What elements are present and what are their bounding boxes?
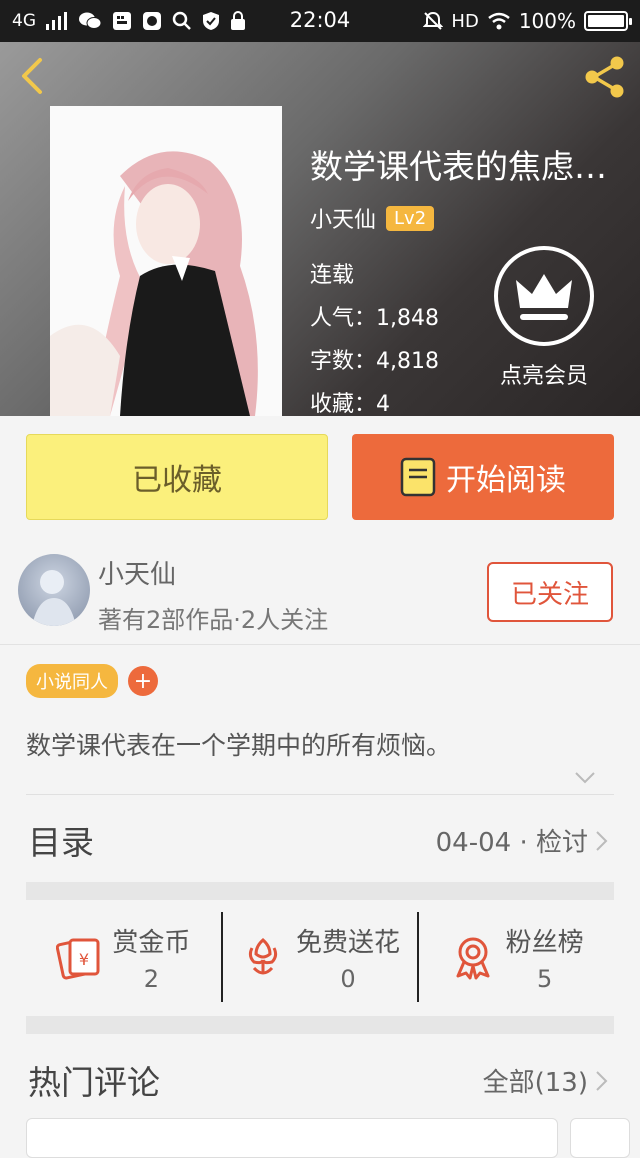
avatar[interactable] <box>18 554 90 626</box>
stat-flowers[interactable]: 免费送花 0 <box>220 912 418 1002</box>
book-popularity: 人气：1,848 <box>310 306 439 331</box>
book-status: 连载 <box>310 263 355 288</box>
favorited-button[interactable]: 已收藏 <box>26 434 328 520</box>
cover-illustration <box>50 106 282 416</box>
level-badge: Lv2 <box>386 205 435 231</box>
all-comments-label: 全部(13) <box>482 1068 588 1098</box>
stats-row: ¥ 赏金币 2 免费送花 0 粉丝榜 5 <box>26 912 614 1002</box>
toc-label: 目录 <box>28 823 94 862</box>
medal-icon <box>456 937 490 980</box>
back-icon[interactable] <box>14 56 54 96</box>
section-separator <box>26 882 614 900</box>
tag-item[interactable]: 小说同人 <box>26 664 118 698</box>
author-summary: 著有2部作品·2人关注 <box>98 606 329 634</box>
followed-button[interactable]: 已关注 <box>487 562 613 622</box>
start-reading-label: 开始阅读 <box>446 463 566 498</box>
hot-comments-header: 热门评论 全部(13) <box>0 1046 640 1116</box>
add-tag-button[interactable]: + <box>128 666 158 696</box>
action-bar: 已收藏 开始阅读 <box>0 416 640 540</box>
stat-fans[interactable]: 粉丝榜 5 <box>417 912 614 1002</box>
battery-icon <box>584 11 632 31</box>
chevron-right-icon <box>596 1070 608 1091</box>
book-header: 数学课代表的焦虑… 小天仙 Lv2 连载 人气：1,848 字数：4,818 收… <box>0 42 640 416</box>
author-name[interactable]: 小天仙 <box>98 554 176 591</box>
book-author[interactable]: 小天仙 <box>310 202 376 234</box>
avatar-image <box>32 570 76 626</box>
book-description: 数学课代表在一个学期中的所有烦恼。 <box>26 731 452 760</box>
stat-coins[interactable]: ¥ 赏金币 2 <box>26 912 221 1002</box>
tag-list: 小说同人 + <box>26 664 158 698</box>
stat-value: 5 <box>537 964 553 993</box>
crown-icon <box>516 274 572 320</box>
divider <box>26 794 614 795</box>
book-cover[interactable] <box>50 106 282 416</box>
toc-latest-chapter: 04-04 · 检讨 <box>435 828 588 858</box>
stat-coins-text: 赏金币 2 <box>112 922 190 993</box>
vip-button[interactable] <box>494 246 594 346</box>
hot-comments-label: 热门评论 <box>28 1063 160 1102</box>
book-word-count: 字数：4,818 <box>310 349 439 374</box>
book-icon <box>400 457 436 497</box>
toc-latest: 04-04 · 检讨 <box>436 822 610 859</box>
stat-fans-text: 粉丝榜 5 <box>506 922 584 993</box>
book-favorites: 收藏：4 <box>310 392 390 416</box>
book-author-row: 小天仙 Lv2 <box>310 202 435 234</box>
stat-label: 粉丝榜 <box>505 927 584 958</box>
all-comments-link[interactable]: 全部(13) <box>483 1062 610 1099</box>
stat-value: 2 <box>143 964 159 993</box>
stat-label: 免费送花 <box>296 927 401 958</box>
stat-label: 赏金币 <box>112 927 191 958</box>
section-separator <box>26 1016 614 1034</box>
chevron-right-icon <box>596 830 608 851</box>
book-title: 数学课代表的焦虑… <box>310 147 607 186</box>
share-icon[interactable] <box>582 54 628 100</box>
flower-icon <box>248 938 278 975</box>
clock: 22:04 <box>289 8 351 32</box>
svg-text:¥: ¥ <box>79 950 89 969</box>
book-meta: 连载 人气：1,848 字数：4,818 收藏：4 <box>310 254 439 416</box>
table-of-contents-row[interactable]: 目录 04-04 · 检讨 <box>0 796 640 882</box>
red-envelope-icon: ¥ <box>56 938 100 980</box>
comment-card[interactable] <box>26 1118 558 1158</box>
start-reading-button[interactable]: 开始阅读 <box>352 434 614 520</box>
status-bar: 4G 22:04 HD 100% <box>0 0 640 42</box>
author-card: 小天仙 著有2部作品·2人关注 已关注 <box>0 540 640 645</box>
comment-card[interactable] <box>570 1118 630 1158</box>
stat-value: 0 <box>340 964 356 993</box>
stat-flowers-text: 免费送花 0 <box>296 922 400 993</box>
chevron-down-icon[interactable] <box>572 764 598 790</box>
vip-label: 点亮会员 <box>499 364 588 389</box>
